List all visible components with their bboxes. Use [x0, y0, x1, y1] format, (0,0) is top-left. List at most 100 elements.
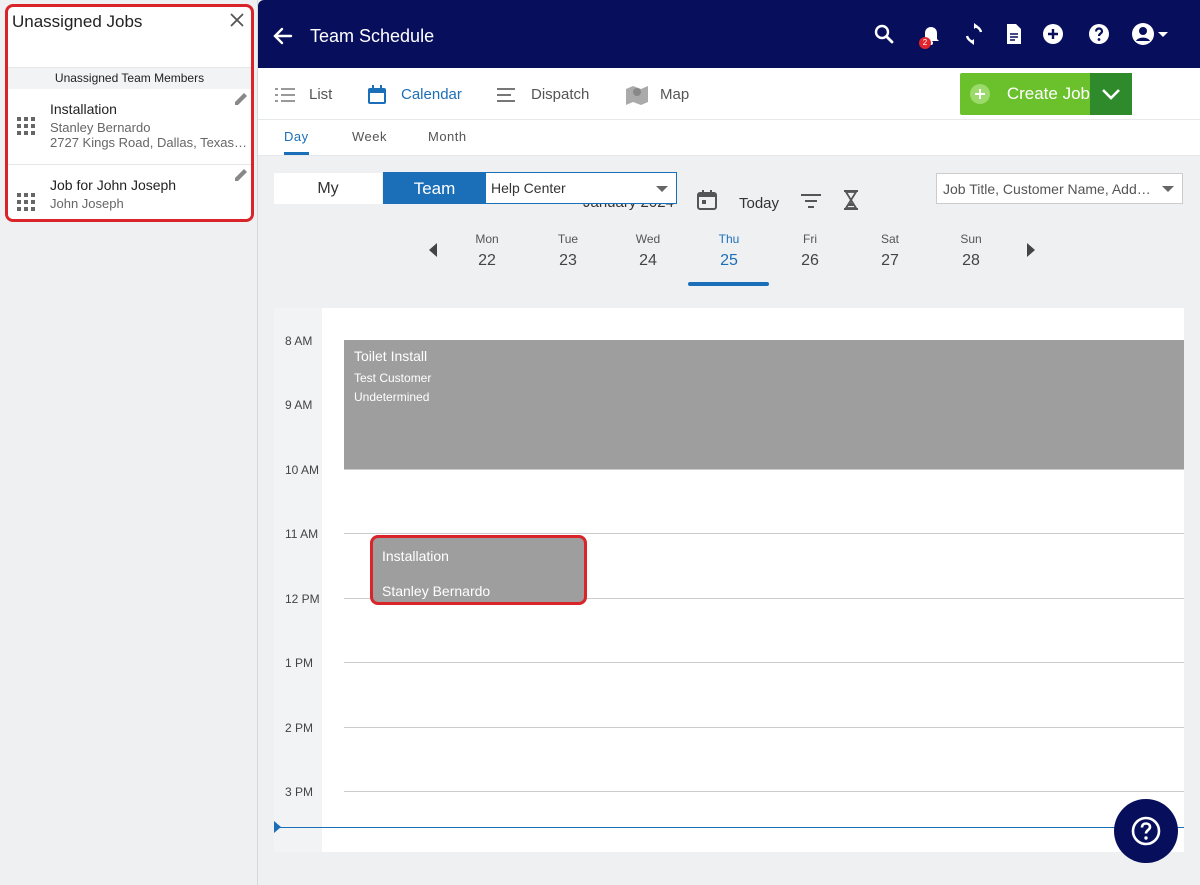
hour-line: [344, 533, 1184, 534]
day-wed[interactable]: Wed 24: [608, 232, 688, 270]
day-date: 24: [639, 252, 657, 269]
tab-label: Dispatch: [531, 86, 590, 103]
tab-month[interactable]: Month: [428, 129, 467, 144]
map-icon: [626, 86, 648, 105]
calendar-icon: [368, 85, 386, 104]
job-search-placeholder: Job Title, Customer Name, Address: [943, 181, 1153, 197]
top-app-bar: Team Schedule 2: [258, 0, 1200, 68]
left-panel: Unassigned Jobs Unassigned Team Members …: [0, 0, 258, 885]
day-tue[interactable]: Tue 23: [528, 232, 608, 270]
calendar-picker-icon[interactable]: [696, 189, 718, 211]
time-label: 10 AM: [285, 463, 320, 477]
day-date: 22: [478, 252, 496, 269]
drag-handle-icon[interactable]: [17, 193, 35, 211]
back-arrow-icon[interactable]: [271, 25, 293, 47]
job-search-select[interactable]: Job Title, Customer Name, Address: [936, 173, 1183, 204]
team-select-value: Help Center: [491, 180, 566, 196]
my-toggle-button[interactable]: My: [274, 173, 382, 204]
time-label: 11 AM: [285, 527, 319, 541]
current-time-marker: [274, 821, 281, 833]
tab-week[interactable]: Week: [352, 129, 387, 144]
time-gutter: [274, 308, 322, 852]
time-label: 12 PM: [285, 592, 320, 606]
sync-icon[interactable]: [962, 22, 986, 46]
team-select[interactable]: Help Center: [485, 172, 677, 204]
previous-week-icon[interactable]: [426, 240, 440, 260]
job-address: 2727 Kings Road, Dallas, Texas 75219: [50, 135, 250, 150]
tab-day[interactable]: Day: [284, 129, 309, 144]
unassigned-team-members-label[interactable]: Unassigned Team Members: [8, 67, 251, 89]
time-label: 8 AM: [285, 334, 313, 348]
today-button[interactable]: Today: [739, 195, 779, 212]
tab-list[interactable]: List: [274, 84, 354, 106]
hour-line: [344, 727, 1184, 728]
help-circle-icon[interactable]: [1087, 22, 1111, 46]
day-name: Mon: [475, 232, 499, 246]
event-customer: Test Customer: [354, 371, 432, 385]
day-name: Fri: [803, 232, 817, 246]
tab-label: Calendar: [401, 86, 462, 103]
notification-badge: 2: [919, 37, 931, 49]
day-date: 25: [720, 252, 738, 269]
tab-map[interactable]: Map: [625, 84, 715, 106]
caret-down-icon: [1162, 186, 1174, 192]
calendar-event-toilet-install[interactable]: Toilet Install Test Customer Undetermine…: [344, 340, 1184, 469]
time-label: 2 PM: [285, 721, 314, 735]
hour-line: [344, 469, 1184, 470]
day-mon[interactable]: Mon 22: [447, 232, 527, 270]
drag-handle-icon[interactable]: [17, 117, 35, 135]
time-label: 1 PM: [285, 656, 314, 670]
day-fri[interactable]: Fri 26: [770, 232, 850, 270]
selected-day-indicator: [688, 282, 769, 286]
day-sat[interactable]: Sat 27: [850, 232, 930, 270]
time-label: 3 PM: [285, 785, 314, 799]
active-tab-indicator: [284, 152, 309, 155]
help-circle-icon: [1131, 816, 1161, 846]
day-name: Wed: [635, 232, 661, 246]
create-job-button[interactable]: Create Job: [960, 73, 1132, 115]
tab-label: Map: [660, 86, 690, 103]
hourglass-icon[interactable]: [841, 189, 861, 211]
unassigned-job-item[interactable]: Job for John Joseph John Joseph: [8, 165, 251, 219]
period-tabs: Day Week Month: [258, 120, 1200, 156]
close-icon[interactable]: [228, 11, 246, 29]
caret-down-icon: [656, 186, 668, 192]
next-week-icon[interactable]: [1024, 240, 1038, 260]
job-title: Installation: [50, 101, 117, 117]
event-status: Undetermined: [354, 390, 430, 404]
document-icon[interactable]: [1002, 22, 1026, 46]
create-job-dropdown-button[interactable]: [1090, 73, 1132, 115]
event-title: Installation: [382, 548, 449, 564]
unassigned-jobs-panel: Unassigned Jobs Unassigned Team Members …: [5, 4, 254, 222]
time-label: 9 AM: [285, 398, 313, 412]
help-button[interactable]: [1114, 799, 1178, 863]
day-date: 28: [962, 252, 980, 269]
create-job-label: Create Job: [1006, 84, 1090, 103]
pencil-icon[interactable]: [233, 91, 249, 107]
page-title: Team Schedule: [310, 26, 435, 46]
view-toolbar: List Calendar Dispatch Map Create Job: [258, 68, 1200, 120]
day-sun[interactable]: Sun 28: [931, 232, 1011, 270]
pencil-icon[interactable]: [233, 167, 249, 183]
filter-icon[interactable]: [800, 191, 822, 211]
job-title: Job for John Joseph: [50, 177, 177, 193]
team-toggle-button[interactable]: Team: [383, 172, 486, 204]
calendar-event-installation[interactable]: Installation Stanley Bernardo: [370, 535, 587, 605]
tab-calendar[interactable]: Calendar: [366, 84, 476, 106]
job-customer: Stanley Bernardo: [50, 120, 151, 135]
unassigned-jobs-title: Unassigned Jobs: [12, 12, 143, 31]
dispatch-icon: [497, 88, 515, 102]
day-date: 26: [801, 252, 819, 269]
event-assignee: Stanley Bernardo: [382, 583, 491, 599]
hour-line: [344, 662, 1184, 663]
day-name: Thu: [718, 232, 740, 246]
day-name: Tue: [557, 232, 579, 246]
add-circle-icon[interactable]: [1041, 22, 1065, 46]
tab-dispatch[interactable]: Dispatch: [496, 84, 606, 106]
account-icon[interactable]: [1131, 22, 1169, 46]
unassigned-job-item[interactable]: Installation Stanley Bernardo 2727 Kings…: [8, 89, 251, 165]
search-icon[interactable]: [872, 22, 896, 46]
tab-label: List: [309, 86, 333, 103]
day-thu[interactable]: Thu 25: [689, 232, 769, 270]
day-date: 27: [881, 252, 899, 269]
